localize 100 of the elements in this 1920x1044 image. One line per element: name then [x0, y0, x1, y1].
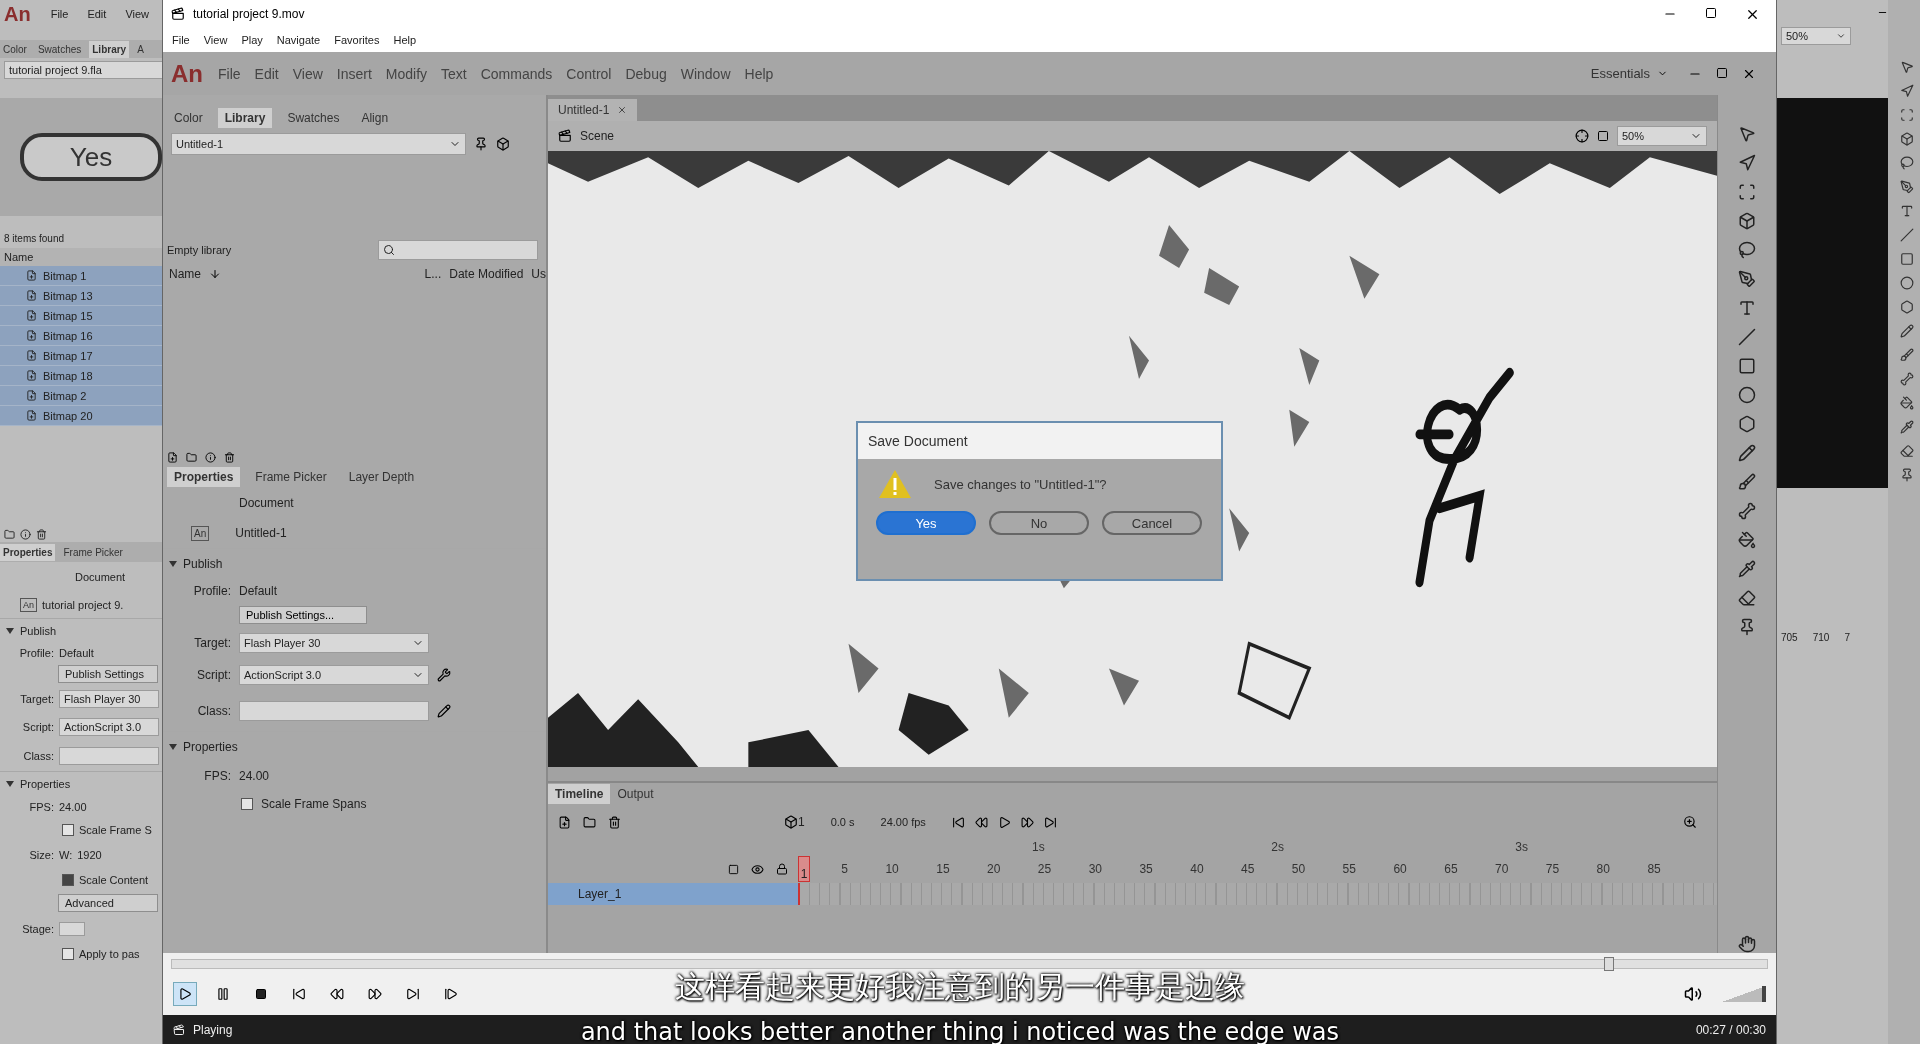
layer-parent-icon[interactable]: [784, 815, 798, 829]
library-item[interactable]: Bitmap 13: [0, 286, 162, 306]
bone-icon[interactable]: [1738, 502, 1756, 520]
class-field[interactable]: [59, 747, 159, 765]
menu-item[interactable]: Edit: [80, 8, 114, 20]
library-item[interactable]: Bitmap 18: [0, 366, 162, 386]
column-header[interactable]: Name: [169, 267, 201, 281]
pencil-icon[interactable]: [1900, 324, 1914, 338]
dialog-button[interactable]: Cancel: [1102, 511, 1202, 535]
panel-tab[interactable]: Properties: [0, 543, 56, 561]
pen-icon[interactable]: [1738, 270, 1756, 288]
checkbox[interactable]: [62, 874, 74, 886]
panel-tab[interactable]: Library: [89, 40, 130, 58]
subselect-icon[interactable]: [1900, 84, 1914, 98]
pin-icon[interactable]: [1900, 468, 1914, 482]
center-stage-icon[interactable]: [1575, 129, 1589, 143]
library-item[interactable]: Bitmap 1: [0, 266, 162, 286]
oval-icon[interactable]: [1900, 276, 1914, 290]
zoom-dropdown[interactable]: 50%: [1617, 126, 1707, 146]
menu-item[interactable]: Insert: [329, 65, 379, 82]
volume-icon[interactable]: [1684, 985, 1702, 1003]
script-dropdown[interactable]: ActionScript 3.0: [59, 718, 159, 736]
library-item[interactable]: Bitmap 15: [0, 306, 162, 326]
rectangle-icon[interactable]: [1900, 252, 1914, 266]
column-header[interactable]: Date Modified: [449, 267, 524, 281]
target-dropdown[interactable]: Flash Player 30: [239, 633, 429, 653]
menu-item[interactable]: Play: [234, 34, 270, 46]
paint-bucket-icon[interactable]: [1738, 531, 1756, 549]
library-item[interactable]: Bitmap 17: [0, 346, 162, 366]
cube-icon[interactable]: [1738, 212, 1756, 230]
pointer-icon[interactable]: [1738, 125, 1756, 143]
playhead[interactable]: 1: [798, 856, 810, 882]
transform-icon[interactable]: [1738, 183, 1756, 201]
panel-tab[interactable]: Frame Picker: [248, 467, 334, 487]
panel-tab[interactable]: Properties: [167, 467, 241, 487]
library-item[interactable]: Bitmap 2: [0, 386, 162, 406]
subselect-icon[interactable]: [1738, 154, 1756, 172]
panel-tab[interactable]: Swatches: [280, 108, 347, 128]
lasso-icon[interactable]: [1900, 156, 1914, 170]
stage-color-swatch[interactable]: [59, 922, 85, 936]
dialog-button[interactable]: Yes: [876, 511, 976, 535]
maximize-button[interactable]: [1705, 6, 1717, 19]
panel-tab[interactable]: Library: [217, 108, 273, 128]
new-layer-icon[interactable]: [558, 815, 571, 829]
outline-icon[interactable]: [728, 863, 739, 875]
menu-item[interactable]: View: [118, 8, 157, 20]
folder-icon[interactable]: [583, 815, 596, 829]
wrench-icon[interactable]: [437, 668, 451, 682]
pointer-icon[interactable]: [1900, 60, 1914, 74]
workspace-dropdown[interactable]: Essentials: [1583, 66, 1657, 81]
play-icon[interactable]: [997, 815, 1011, 829]
maximize-button[interactable]: [1716, 66, 1728, 79]
publish-settings-button[interactable]: Publish Settings...: [239, 606, 367, 624]
panel-tab[interactable]: Output: [610, 784, 661, 804]
zoom-dropdown[interactable]: 50%: [1781, 27, 1851, 45]
line-icon[interactable]: [1900, 228, 1914, 242]
panel-tab[interactable]: Align: [354, 108, 396, 128]
column-header[interactable]: L...: [424, 267, 442, 281]
bone-icon[interactable]: [1900, 372, 1914, 386]
seek-thumb[interactable]: [1603, 957, 1614, 971]
library-dropdown[interactable]: Untitled-1: [171, 133, 466, 155]
close-tab-icon[interactable]: [617, 105, 628, 115]
step-back-icon[interactable]: [974, 815, 988, 829]
menu-item[interactable]: File: [165, 34, 197, 46]
scrollbar[interactable]: [548, 767, 1717, 781]
text-icon[interactable]: [1738, 299, 1756, 317]
document-tab[interactable]: Untitled-1: [548, 99, 638, 121]
pin-icon[interactable]: [1738, 618, 1756, 636]
panel-tab[interactable]: Frame Picker: [60, 543, 126, 561]
menu-item[interactable]: Help: [386, 34, 424, 46]
search-field[interactable]: [378, 240, 538, 260]
menu-item[interactable]: Help: [737, 65, 781, 82]
step-forward-icon[interactable]: [1020, 815, 1034, 829]
column-header[interactable]: Us: [531, 267, 546, 281]
menu-item[interactable]: Window: [673, 65, 738, 82]
eraser-icon[interactable]: [1738, 589, 1756, 607]
eraser-icon[interactable]: [1900, 444, 1914, 458]
line-icon[interactable]: [1738, 328, 1756, 346]
panel-tab[interactable]: Swatches: [34, 40, 85, 58]
script-dropdown[interactable]: ActionScript 3.0: [239, 665, 429, 685]
menu-item[interactable]: View: [285, 65, 330, 82]
menu-item[interactable]: View: [196, 34, 235, 46]
rectangle-icon[interactable]: [1738, 357, 1756, 375]
zoom-icon[interactable]: [1683, 815, 1697, 829]
menu-item[interactable]: Text: [434, 65, 474, 82]
panel-tab[interactable]: Color: [0, 40, 30, 58]
trash-icon[interactable]: [608, 815, 621, 829]
paint-bucket-icon[interactable]: [1900, 396, 1914, 410]
checkbox[interactable]: [62, 948, 74, 960]
panel-tab[interactable]: Layer Depth: [341, 467, 422, 487]
panel-tab[interactable]: A: [134, 40, 147, 58]
clip-icon[interactable]: [1597, 130, 1609, 142]
target-dropdown[interactable]: Flash Player 30: [59, 690, 159, 708]
advanced-button[interactable]: Advanced: [58, 894, 158, 912]
pen-icon[interactable]: [1900, 180, 1914, 194]
hand-icon[interactable]: [1738, 935, 1756, 953]
menu-item[interactable]: Control: [559, 65, 619, 82]
menu-item[interactable]: Navigate: [269, 34, 328, 46]
brush-icon[interactable]: [1738, 473, 1756, 491]
pencil-icon[interactable]: [1738, 444, 1756, 462]
